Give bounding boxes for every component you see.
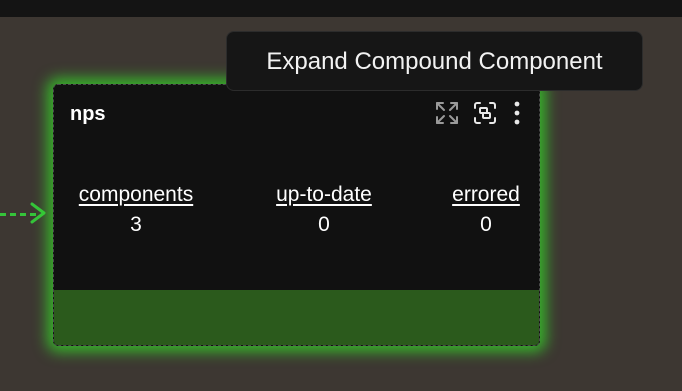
more-vertical-icon[interactable] [509,98,525,128]
node-status-footer [54,290,539,345]
tooltip: Expand Compound Component [226,31,643,91]
node-actions [433,98,525,128]
focus-compound-icon[interactable] [471,98,499,128]
stat-components-link[interactable]: components [70,183,202,207]
stat-errored: errored 0 [446,183,526,237]
stat-components: components 3 [70,183,202,237]
stat-errored-value: 0 [480,213,492,236]
stat-up-to-date-value: 0 [318,213,330,236]
expand-arrows-icon[interactable] [433,98,461,128]
stat-up-to-date: up-to-date 0 [265,183,383,237]
edge-arrow-icon [30,202,46,224]
top-bar [0,0,682,17]
stat-components-value: 3 [130,213,142,236]
compound-component-node[interactable]: nps components 3 up-to-date 0 errored 0 [53,84,540,346]
stat-errored-link[interactable]: errored [446,183,526,207]
node-title: nps [70,103,106,125]
stat-up-to-date-link[interactable]: up-to-date [265,183,383,207]
